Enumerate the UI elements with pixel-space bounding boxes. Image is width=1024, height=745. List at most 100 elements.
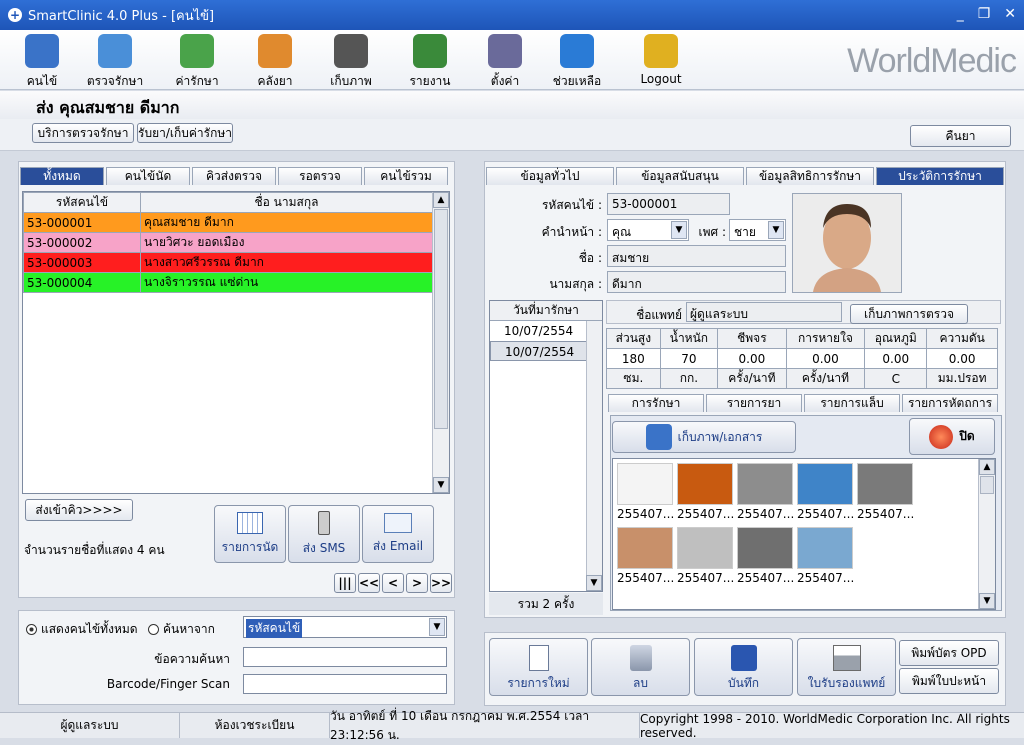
service-button[interactable]: บริการตรวจรักษา xyxy=(32,123,134,143)
column-header-id[interactable]: รหัสคนไข้ xyxy=(23,192,141,213)
medical-certificate-label: ใบรับรองแพทย์ xyxy=(807,676,886,690)
delete-label: ลบ xyxy=(633,676,648,690)
tab-support[interactable]: ข้อมูลสนับสนุน xyxy=(616,167,744,185)
toolbar-tools-button[interactable]: ตั้งค่า xyxy=(470,32,540,91)
patient-id-field[interactable]: 53-000001 xyxy=(607,193,730,215)
toolbar-lock-button[interactable]: Logout xyxy=(626,32,696,86)
prefix-select[interactable]: คุณ ▼ xyxy=(607,219,689,241)
search-text-input[interactable] xyxy=(243,647,447,667)
pager-first-button[interactable]: ||| xyxy=(334,573,356,593)
vitals-units-cell: มม.ปรอท xyxy=(926,368,998,389)
toolbar-doctor-button[interactable]: ตรวจรักษา xyxy=(80,32,150,91)
chevron-down-icon[interactable]: ▼ xyxy=(768,221,784,239)
first-name-field[interactable]: สมชาย xyxy=(607,245,786,267)
scroll-up-icon[interactable]: ▲ xyxy=(979,459,995,475)
pill-icon xyxy=(258,34,292,68)
close-icon[interactable]: ✕ xyxy=(1004,6,1016,22)
doctor-field[interactable]: ผู้ดูแลระบบ xyxy=(686,302,842,322)
scroll-down-icon[interactable]: ▼ xyxy=(586,575,602,591)
image-thumbnail[interactable]: 255407... xyxy=(857,463,915,521)
image-thumbnail[interactable]: 255407... xyxy=(737,527,795,585)
visit-scrollbar[interactable]: ▼ xyxy=(586,321,602,591)
send-sms-button[interactable]: ส่ง SMS xyxy=(288,505,360,563)
tab-total[interactable]: คนไข้รวม xyxy=(364,167,448,185)
image-thumbnail[interactable]: 255407... xyxy=(797,527,855,585)
save-button[interactable]: บันทึก xyxy=(694,638,793,696)
patient-table-scrollbar[interactable]: ▲ ▼ xyxy=(432,192,449,493)
appointment-list-button[interactable]: รายการนัด xyxy=(214,505,286,563)
subtab-0[interactable]: การรักษา xyxy=(608,394,704,412)
store-document-button[interactable]: เก็บภาพ/เอกสาร xyxy=(612,421,796,453)
print-cover-sheet-button[interactable]: พิมพ์ใบปะหน้า xyxy=(899,668,999,694)
new-record-button[interactable]: รายการใหม่ xyxy=(489,638,588,696)
patient-row[interactable]: 53-000002 นายวิศวะ ยอดเมือง xyxy=(23,232,433,253)
tab-appointment[interactable]: คนไข้นัด xyxy=(106,167,190,185)
vitals-values-cell[interactable]: 0.00 xyxy=(717,348,787,369)
send-queue-button[interactable]: ส่งเข้าคิว>>>> xyxy=(25,499,133,521)
return-drug-button[interactable]: คืนยา xyxy=(910,125,1011,147)
print-opd-card-button[interactable]: พิมพ์บัตร OPD xyxy=(899,640,999,666)
image-thumbnail[interactable]: 255407... xyxy=(677,527,735,585)
scroll-thumb[interactable] xyxy=(980,476,994,494)
vitals-values-cell[interactable]: 0.00 xyxy=(926,348,998,369)
send-email-button[interactable]: ส่ง Email xyxy=(362,505,434,563)
image-thumbnail[interactable]: 255407... xyxy=(617,527,675,585)
image-thumbnail[interactable]: 255407... xyxy=(677,463,735,521)
image-thumbnail[interactable]: 255407... xyxy=(617,463,675,521)
radio-show-all[interactable]: แสดงคนไข้ทั้งหมด xyxy=(26,620,138,639)
close-document-button[interactable]: ปิด xyxy=(909,418,995,455)
visit-row[interactable]: 10/07/2554 xyxy=(490,341,587,361)
tab-general[interactable]: ข้อมูลทั่วไป xyxy=(486,167,614,185)
restore-icon[interactable]: ❐ xyxy=(978,6,991,22)
visit-row[interactable]: 10/07/2554 xyxy=(490,321,587,341)
exam-photo-button[interactable]: เก็บภาพการตรวจ xyxy=(850,304,968,324)
minimize-icon[interactable]: _ xyxy=(957,6,964,22)
pager-next-button[interactable]: > xyxy=(406,573,428,593)
subtab-3[interactable]: รายการหัตถการ xyxy=(902,394,998,412)
search-field-select[interactable]: รหัสคนไข้ ▼ xyxy=(243,616,447,638)
vitals-values-cell[interactable]: 0.00 xyxy=(785,348,866,369)
radio-search-from[interactable]: ค้นหาจาก xyxy=(148,620,215,639)
barcode-input[interactable] xyxy=(243,674,447,694)
vitals-values-cell[interactable]: 70 xyxy=(659,348,719,369)
toolbar-bar-chart-button[interactable]: รายงาน xyxy=(395,32,465,91)
delete-button[interactable]: ลบ xyxy=(591,638,690,696)
pager-prev-page-button[interactable]: << xyxy=(358,573,380,593)
image-thumbnail[interactable]: 255407... xyxy=(737,463,795,521)
toolbar-money-button[interactable]: ค่ารักษา xyxy=(162,32,232,91)
column-header-name[interactable]: ชื่อ นามสกุล xyxy=(140,192,433,213)
chevron-down-icon[interactable]: ▼ xyxy=(429,618,445,636)
pager-last-button[interactable]: >> xyxy=(430,573,452,593)
scroll-down-icon[interactable]: ▼ xyxy=(433,477,449,493)
window-title: SmartClinic 4.0 Plus - [คนไข้] xyxy=(28,8,215,24)
payment-button[interactable]: รับยา/เก็บค่ารักษา xyxy=(137,123,233,143)
patient-row[interactable]: 53-000001 คุณสมชาย ดีมาก xyxy=(23,212,433,233)
toolbar-patient-folder-button[interactable]: คนไข้ xyxy=(7,32,77,91)
sex-select[interactable]: ชาย ▼ xyxy=(729,219,786,241)
chevron-down-icon[interactable]: ▼ xyxy=(671,221,687,239)
patient-row[interactable]: 53-000004 นางจิราวรรณ แซ่ด่าน xyxy=(23,272,433,293)
patient-row[interactable]: 53-000003 นางสาวศรีวรรณ ดีมาก xyxy=(23,252,433,273)
toolbar-pill-button[interactable]: คลังยา xyxy=(240,32,310,91)
thumbnail-scrollbar[interactable]: ▲ ▼ xyxy=(978,459,995,609)
vitals-values-cell[interactable]: 0.00 xyxy=(864,348,928,369)
pager-prev-button[interactable]: < xyxy=(382,573,404,593)
scroll-down-icon[interactable]: ▼ xyxy=(979,593,995,609)
list-count-text: จำนวนรายชื่อที่แสดง 4 คน xyxy=(24,543,165,557)
subtab-2[interactable]: รายการแล็บ xyxy=(804,394,900,412)
tab-history[interactable]: ประวัติการรักษา xyxy=(876,167,1004,185)
last-name-field[interactable]: ดีมาก xyxy=(607,271,786,293)
tab-all[interactable]: ทั้งหมด xyxy=(20,167,104,185)
image-thumbnail[interactable]: 255407... xyxy=(797,463,855,521)
scroll-up-icon[interactable]: ▲ xyxy=(433,192,449,208)
toolbar-camera-button[interactable]: เก็บภาพ xyxy=(316,32,386,91)
tab-rights[interactable]: ข้อมูลสิทธิการรักษา xyxy=(746,167,874,185)
vitals-values-cell[interactable]: 180 xyxy=(606,348,661,369)
scroll-thumb[interactable] xyxy=(434,209,448,429)
subtab-1[interactable]: รายการยา xyxy=(706,394,802,412)
toolbar-help-button[interactable]: ช่วยเหลือ xyxy=(542,32,612,91)
medical-certificate-button[interactable]: ใบรับรองแพทย์ xyxy=(797,638,896,696)
tab-send-queue[interactable]: คิวส่งตรวจ xyxy=(192,167,276,185)
doctor-label: ชื่อแพทย์ xyxy=(636,308,682,322)
tab-waiting[interactable]: รอตรวจ xyxy=(278,167,362,185)
